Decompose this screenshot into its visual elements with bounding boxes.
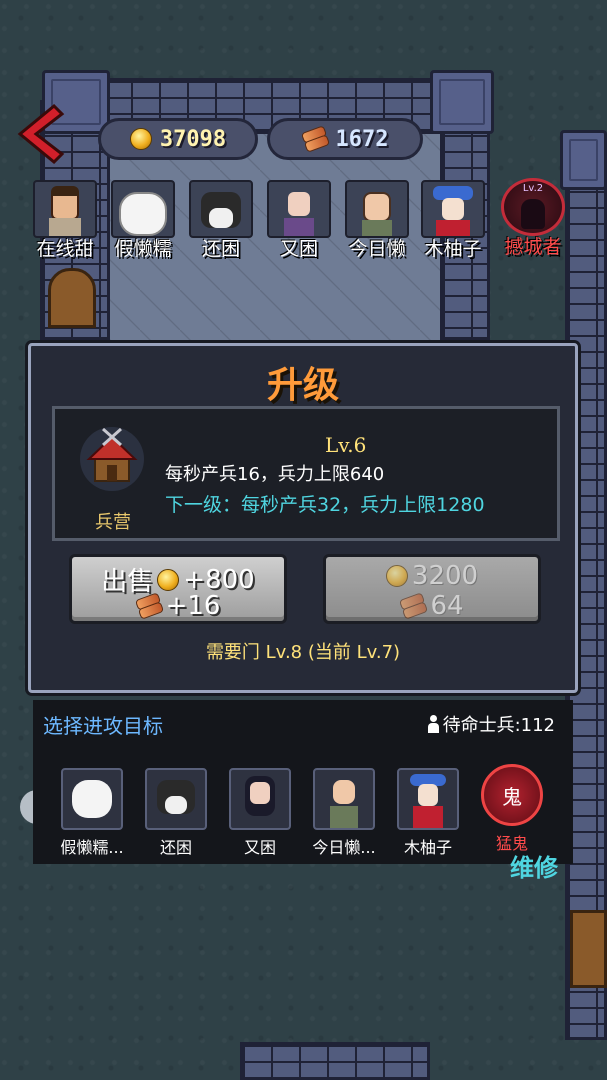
player-name: 今日懒 — [348, 238, 406, 260]
current-stats: 每秒产兵16，兵力上限640 — [165, 464, 385, 485]
avatar — [313, 768, 375, 830]
avatar — [33, 180, 97, 238]
building-info: 兵营 Lv.6 每秒产兵16，兵力上限640 下一级：每秒产兵32，兵力上限12… — [52, 406, 560, 541]
target-jialannuo[interactable]: 假懒糯... — [52, 768, 132, 858]
building-level: Lv.6 — [325, 433, 367, 457]
wood-logs-icon — [400, 596, 426, 616]
upgrade-button[interactable]: 3200 64 — [323, 554, 541, 624]
modal-title: 升级 — [266, 365, 339, 406]
gold-coin-icon — [129, 128, 152, 150]
wood-counter: 1672 — [267, 118, 423, 160]
player-name: 在线甜 — [36, 238, 94, 260]
building-name: 兵营 — [95, 512, 131, 533]
player-name: 撼城者 — [504, 236, 562, 258]
target-menggui[interactable]: 鬼 猛鬼 — [472, 764, 552, 854]
soldier-icon — [427, 715, 439, 733]
player-zaixiantian[interactable]: 在线甜 — [30, 180, 100, 261]
idle-soldiers-count: 待命士兵:112 — [442, 715, 555, 736]
target-haikun[interactable]: 还困 — [136, 768, 216, 858]
ghost-badge: 鬼 — [481, 764, 543, 826]
target-name: 假懒糯... — [60, 838, 124, 857]
gold-amount: 37098 — [159, 126, 227, 152]
upgrade-modal: 升级 兵营 Lv.6 每秒产兵16，兵力上限640 下一级：每秒产兵32，兵力上… — [28, 343, 578, 693]
avatar — [421, 180, 485, 238]
repair-label[interactable]: 维修 — [510, 848, 558, 883]
next-level-stats: 下一级：每秒产兵32，兵力上限1280 — [165, 494, 485, 516]
sell-button[interactable]: 出售 +800 +16 — [69, 554, 287, 624]
player-hanchengzhe[interactable]: Lv.2 撼城者 — [498, 178, 568, 259]
player-jinrilan[interactable]: 今日懒 — [342, 180, 412, 261]
target-muyouzi[interactable]: 木柚子 — [388, 768, 468, 858]
upgrade-gold: 3200 — [411, 561, 479, 591]
back-arrow-icon — [17, 103, 65, 165]
player-haikun[interactable]: 还困 — [186, 180, 256, 261]
avatar — [145, 768, 207, 830]
target-name: 今日懒... — [312, 838, 376, 857]
player-name: 又困 — [279, 238, 318, 260]
avatar — [189, 180, 253, 238]
gold-counter: 37098 — [98, 118, 258, 160]
avatar: Lv.2 — [501, 178, 565, 236]
target-name: 又困 — [243, 838, 276, 857]
sell-wood: +16 — [165, 591, 221, 621]
gold-coin-icon — [385, 565, 408, 587]
player-name: 假懒糯 — [114, 238, 172, 260]
castle-tower-tr — [430, 70, 494, 134]
target-youkun[interactable]: 又困 — [220, 768, 300, 858]
upgrade-wood: 64 — [430, 591, 464, 621]
avatar — [111, 180, 175, 238]
target-name: 还困 — [159, 838, 192, 857]
player-muyouzi[interactable]: 木柚子 — [418, 180, 488, 261]
castle-door[interactable] — [48, 268, 96, 328]
back-button[interactable] — [14, 103, 66, 165]
avatar — [61, 768, 123, 830]
wood-logs-icon — [136, 596, 162, 616]
barracks-icon — [80, 427, 144, 491]
player-youkun[interactable]: 又困 — [264, 180, 334, 261]
player-name: 还困 — [201, 238, 240, 260]
target-name: 木柚子 — [403, 838, 452, 857]
avatar — [229, 768, 291, 830]
avatar — [345, 180, 409, 238]
ghost-badge-text: 鬼 — [502, 784, 522, 809]
castle-wall-bottom — [240, 1042, 430, 1080]
idle-soldiers: 待命士兵:112 — [427, 711, 555, 737]
attack-target-panel: 选择进攻目标 待命士兵:112 假懒糯... 还困 又困 今日懒... 木柚子 … — [33, 700, 573, 864]
target-panel-title: 选择进攻目标 — [43, 714, 163, 738]
sell-gold: +800 — [183, 564, 255, 595]
player-level: Lv.2 — [522, 183, 544, 194]
wood-logs-icon — [302, 129, 328, 149]
gold-coin-icon — [157, 568, 180, 591]
target-jinrilan[interactable]: 今日懒... — [304, 768, 384, 858]
player-jialannuo[interactable]: 假懒糯 — [108, 180, 178, 261]
side-door[interactable] — [570, 910, 607, 988]
upgrade-requirement: 需要门 Lv.8 (当前 Lv.7) — [205, 642, 401, 663]
player-name: 木柚子 — [424, 238, 482, 260]
wood-amount: 1672 — [335, 126, 389, 152]
avatar — [397, 768, 459, 830]
avatar — [267, 180, 331, 238]
